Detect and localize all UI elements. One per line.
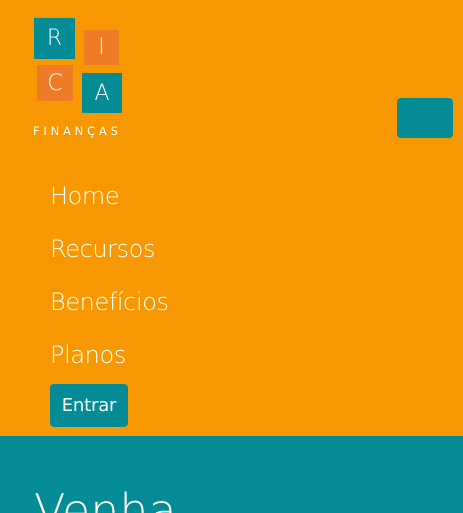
nav-item-home[interactable]: Home — [50, 178, 169, 231]
login-button[interactable]: Entrar — [50, 384, 128, 427]
site-header: R I C A FINANÇAS Home Recursos Benefício… — [0, 0, 463, 436]
logo-tile-c: C — [37, 65, 73, 101]
menu-toggle-button[interactable] — [397, 98, 453, 138]
nav-item-beneficios[interactable]: Benefícios — [50, 284, 169, 337]
hero-section: Venha — [0, 436, 463, 513]
nav-item-recursos[interactable]: Recursos — [50, 231, 169, 284]
logo-tile-a: A — [82, 73, 122, 113]
logo-tile-i: I — [84, 30, 119, 65]
logo-subtitle: FINANÇAS — [33, 124, 122, 138]
main-nav: Home Recursos Benefícios Planos — [50, 178, 169, 390]
logo-tile-r: R — [34, 18, 75, 59]
rica-financas-logo[interactable]: R I C A FINANÇAS — [33, 18, 133, 138]
nav-item-planos[interactable]: Planos — [50, 337, 169, 390]
hero-title: Venha — [34, 484, 177, 513]
